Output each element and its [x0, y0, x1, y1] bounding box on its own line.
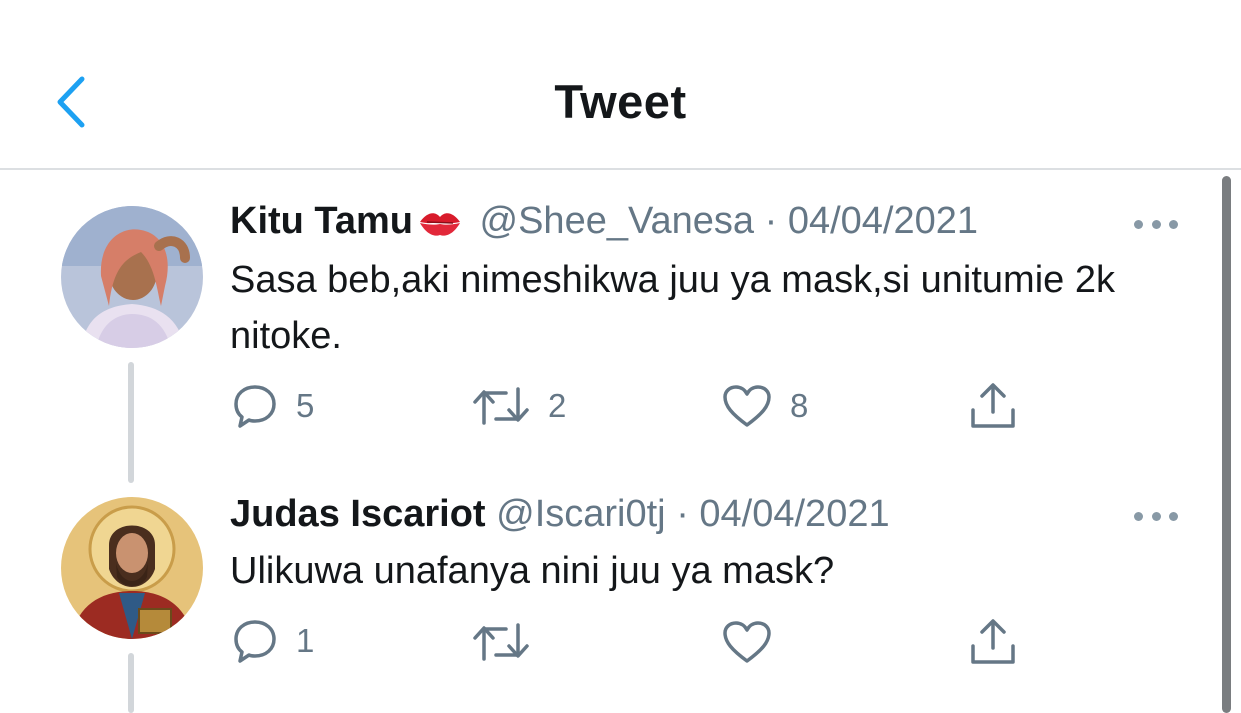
author-handle[interactable]: @Shee_Vanesa [480, 200, 755, 242]
reply-button[interactable]: 1 [232, 618, 314, 664]
share-icon [971, 619, 1015, 664]
tweet[interactable]: Judas Iscariot @Iscari0tj · 04/04/2021 U… [0, 483, 1215, 713]
thread-line [128, 653, 134, 713]
top-bar: Tweet [0, 0, 1241, 170]
reply-count: 1 [296, 622, 315, 659]
more-dot-icon [1134, 219, 1143, 229]
tweet-text: Sasa beb,aki nimeshikwa juu ya mask,si u… [230, 259, 1115, 357]
avatar[interactable] [61, 497, 203, 639]
tweet-text: Ulikuwa unafanya nini juu ya mask? [230, 550, 835, 592]
more-dot-icon [1151, 511, 1161, 521]
avatar[interactable] [61, 206, 203, 348]
share-button[interactable] [969, 618, 1017, 666]
heart-icon [723, 621, 771, 663]
reply-icon [234, 620, 276, 663]
retweet-count: 2 [548, 387, 567, 424]
tweet-date[interactable]: 04/04/2021 [788, 200, 978, 242]
separator: · [676, 493, 689, 535]
retweet-button[interactable]: 2 [472, 385, 566, 427]
retweet-button[interactable] [472, 621, 548, 663]
share-icon [971, 383, 1015, 428]
thread-line [128, 362, 134, 483]
tweet-date[interactable]: 04/04/2021 [699, 493, 889, 535]
more-options-button[interactable] [1134, 214, 1178, 234]
tweet-header: Judas Iscariot @Iscari0tj · 04/04/2021 [230, 493, 890, 536]
like-count: 8 [790, 387, 809, 424]
share-button[interactable] [969, 382, 1017, 430]
more-dot-icon [1134, 511, 1143, 521]
kiss-mark-emoji [419, 213, 460, 236]
like-button[interactable] [722, 620, 790, 664]
retweet-icon [473, 623, 529, 661]
tweet[interactable]: Kitu Tamu @Shee_Vanesa · 04/04/2021 Sasa… [0, 178, 1215, 483]
author-name[interactable]: Judas Iscariot [230, 493, 486, 535]
more-dot-icon [1169, 511, 1178, 521]
author-name[interactable]: Kitu Tamu [230, 200, 413, 242]
heart-icon [723, 385, 771, 427]
more-dot-icon [1151, 219, 1161, 229]
scrollbar[interactable] [1222, 176, 1231, 713]
like-button[interactable]: 8 [722, 384, 808, 428]
author-handle[interactable]: @Iscari0tj [496, 493, 666, 535]
more-dot-icon [1169, 219, 1178, 229]
page-title: Tweet [554, 75, 687, 128]
reply-icon [234, 385, 276, 428]
reply-button[interactable]: 5 [232, 383, 314, 429]
retweet-icon [473, 387, 529, 425]
tweet-header: Kitu Tamu @Shee_Vanesa · 04/04/2021 [230, 200, 978, 243]
separator: · [764, 200, 778, 242]
reply-count: 5 [296, 387, 315, 424]
more-options-button[interactable] [1134, 506, 1178, 526]
